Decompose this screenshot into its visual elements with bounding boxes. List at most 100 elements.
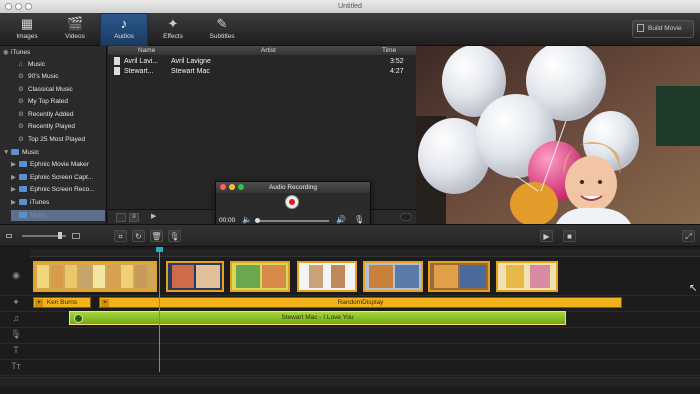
image-clip[interactable]	[496, 261, 558, 292]
disclosure-triangle-icon[interactable]: ◉	[3, 47, 11, 58]
preview-photo	[416, 46, 700, 224]
folder-icon	[19, 212, 27, 219]
microphone-icon: 🎙	[10, 329, 22, 339]
dialog-title-bar: Audio Recording	[216, 182, 370, 193]
zoom-slider-knob[interactable]	[58, 232, 62, 239]
crop-button[interactable]: ⌗	[114, 230, 127, 242]
disclosure-triangle-icon[interactable]: ▶	[11, 197, 19, 208]
tab-effects-label: Effects	[163, 33, 183, 40]
disclosure-triangle-icon[interactable]: ▼	[3, 147, 11, 158]
sidebar-item-top-25[interactable]: ⚙ Top 25 Most Played	[18, 134, 107, 145]
playlist-gear-icon: ⚙	[18, 111, 24, 118]
tab-effects[interactable]: ✦ Effects	[149, 13, 197, 46]
sidebar-item-classical-music[interactable]: ⚙ Classical Music	[18, 84, 107, 95]
audio-file-icon	[114, 67, 120, 76]
sidebar-item-music-folder[interactable]: Music	[11, 210, 105, 221]
playhead[interactable]	[159, 250, 160, 372]
image-clip[interactable]	[230, 261, 290, 292]
column-header-name[interactable]: Name	[138, 46, 155, 55]
record-button[interactable]	[285, 195, 299, 209]
image-clip[interactable]	[363, 261, 423, 292]
zoom-window-icon[interactable]	[25, 3, 32, 10]
table-row[interactable]: Stewart... Stewart Mac 4:27	[114, 67, 410, 77]
audio-file-icon	[114, 57, 120, 66]
effect-clip-random-display[interactable]: ✦ RandomDisplay	[99, 297, 622, 308]
audio-clip[interactable]: Stewart Mac - I Love You	[69, 311, 566, 325]
build-movie-label: Build Movie	[648, 25, 682, 32]
sidebar-item-itunes[interactable]: ◉ iTunes	[3, 47, 107, 58]
disclosure-triangle-icon[interactable]: ▶	[11, 159, 19, 170]
timeline-scrollbar[interactable]	[0, 377, 700, 387]
list-view-icon[interactable]: ≡	[129, 213, 139, 222]
zoom-out-icon	[6, 234, 12, 238]
search-field[interactable]	[400, 213, 412, 221]
tab-images[interactable]: ▦ Images	[3, 13, 51, 46]
microphone-icon[interactable]: 🎙	[354, 215, 364, 224]
delete-button[interactable]: 🗑	[150, 230, 163, 242]
window-title: Untitled	[338, 3, 362, 10]
minimize-dialog-icon[interactable]	[229, 184, 235, 190]
build-movie-button[interactable]: Build Movie	[632, 20, 694, 38]
zoom-dialog-icon[interactable]	[238, 184, 244, 190]
sidebar-item-music[interactable]: ♫ Music	[18, 59, 107, 70]
recording-timer: 00:00	[219, 217, 236, 224]
sidebar-item-recently-added[interactable]: ⚙ Recently Added	[18, 109, 107, 120]
fullscreen-button[interactable]: ⤢	[682, 230, 695, 242]
grid-view-icon[interactable]	[116, 213, 126, 222]
sidebar-item-music-root[interactable]: ▼ Music	[3, 147, 107, 158]
image-clip[interactable]	[428, 261, 490, 292]
recording-level-slider[interactable]	[255, 218, 329, 223]
clapper-icon: 🎬	[67, 16, 84, 31]
stop-button[interactable]: ■	[563, 230, 576, 242]
column-header-artist[interactable]: Artist	[261, 46, 276, 55]
record-audio-button[interactable]: 🎙	[168, 230, 181, 242]
music-note-icon: ♫	[18, 61, 23, 68]
minimize-window-icon[interactable]	[15, 3, 22, 10]
effect-badge-icon: ✦	[35, 299, 43, 307]
sidebar-item-recently-played[interactable]: ⚙ Recently Played	[18, 121, 107, 132]
playlist-gear-icon: ⚙	[18, 73, 24, 80]
sidebar-item-90s-music[interactable]: ⚙ 90's Music	[18, 71, 107, 82]
camera-icon: ◉	[12, 270, 20, 280]
sidebar-item-itunes-folder[interactable]: ▶ iTunes	[11, 197, 107, 208]
folder-icon	[19, 186, 27, 193]
image-clip[interactable]	[297, 261, 357, 292]
sidebar-item-ephnic-screen-recorder[interactable]: ▶ Ephnic Screen Reco...	[11, 184, 107, 195]
film-icon	[637, 24, 644, 33]
sidebar-item-my-top-rated[interactable]: ⚙ My Top Rated	[18, 96, 107, 107]
zoom-in-icon	[72, 233, 80, 239]
disclosure-triangle-icon[interactable]: ▶	[11, 184, 19, 195]
text-title-icon: T	[13, 345, 19, 355]
disclosure-triangle-icon[interactable]: ▶	[11, 172, 19, 183]
zoom-slider[interactable]	[22, 232, 66, 239]
folder-icon	[11, 149, 19, 156]
rotate-button[interactable]: ↻	[132, 230, 145, 242]
sidebar-item-ephnic-screen-capture[interactable]: ▶ Ephnic Screen Capt...	[11, 172, 107, 183]
folder-icon	[19, 199, 27, 206]
image-clip[interactable]	[166, 261, 224, 292]
folder-icon	[19, 161, 27, 168]
playlist-gear-icon: ⚙	[18, 136, 24, 143]
preview-image	[416, 46, 700, 224]
playlist-gear-icon: ⚙	[18, 98, 24, 105]
tab-videos[interactable]: 🎬 Videos	[51, 13, 99, 46]
slider-knob[interactable]	[255, 218, 260, 223]
play-preview-icon[interactable]: ▶	[151, 212, 156, 220]
table-row[interactable]: Avril Lavi... Avril Lavigne 3:52	[114, 57, 410, 67]
tab-subtitles[interactable]: ✎ Subtitles	[198, 13, 246, 46]
playlist-gear-icon: ⚙	[18, 123, 24, 130]
playhead-handle[interactable]	[156, 247, 163, 252]
tab-audios[interactable]: ♪ Audios	[100, 13, 148, 46]
column-header-time[interactable]: Time	[382, 46, 396, 55]
speaker-high-icon: 🔊	[336, 215, 346, 224]
sidebar-item-ephnic-movie-maker[interactable]: ▶ Ephnic Movie Maker	[11, 159, 107, 170]
timeline-ruler[interactable]	[30, 249, 700, 257]
close-dialog-icon[interactable]	[220, 184, 226, 190]
close-window-icon[interactable]	[5, 3, 12, 10]
play-button[interactable]: ▶	[540, 230, 553, 242]
audio-clip-icon	[74, 314, 83, 323]
image-clip[interactable]	[33, 261, 157, 292]
title-track: T	[0, 343, 700, 360]
effect-clip-ken-burns[interactable]: ✦ Ken Burns	[33, 297, 91, 308]
playlist-gear-icon: ⚙	[18, 86, 24, 93]
